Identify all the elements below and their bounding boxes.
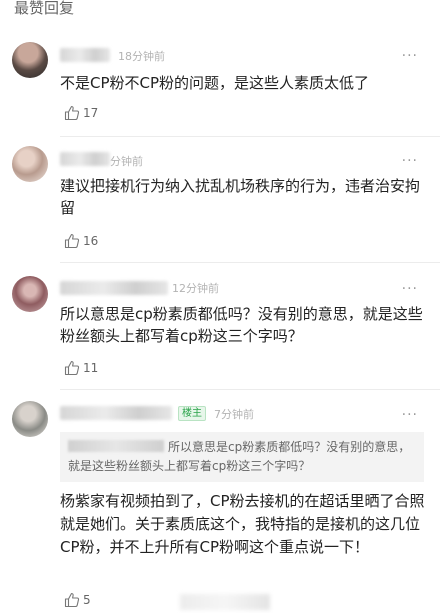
more-options-button[interactable]: ··· — [402, 282, 418, 296]
avatar[interactable] — [12, 276, 48, 312]
comment-text: 杨紫家有视频拍到了，CP粉去接机的在超话里晒了合照就是她们。关于素质底这个，我特… — [60, 492, 425, 556]
avatar[interactable] — [12, 401, 48, 437]
more-options-button[interactable]: ··· — [402, 49, 418, 63]
quoted-username — [68, 440, 164, 452]
comment-time: 12分钟前 — [172, 282, 219, 295]
like-button[interactable]: 17 — [64, 105, 98, 121]
comment-time: 7分钟前 — [214, 408, 254, 421]
thumbs-up-icon — [64, 233, 80, 249]
thumbs-up-icon — [64, 592, 80, 608]
like-button[interactable]: 16 — [64, 233, 98, 249]
more-dots-icon: ··· — [401, 48, 418, 64]
comment-text: 建议把接机行为纳入扰乱机场秩序的行为，违者治安拘留 — [60, 177, 421, 217]
avatar[interactable] — [12, 146, 48, 182]
watermark — [180, 594, 270, 610]
username[interactable] — [60, 48, 110, 62]
avatar[interactable] — [12, 42, 48, 78]
divider — [60, 136, 440, 137]
comment-time: 18分钟前 — [118, 50, 165, 63]
like-button[interactable]: 11 — [64, 360, 98, 376]
quoted-reply[interactable]: 所以意思是cp粉素质都低吗？没有别的意思，就是这些粉丝额头上都写着cp粉这三个字… — [60, 432, 424, 482]
comment-time: 分钟前 — [110, 155, 143, 168]
divider — [60, 262, 440, 263]
more-dots-icon: ··· — [401, 153, 418, 169]
section-title: 最赞回复 — [14, 0, 75, 17]
more-dots-icon: ··· — [401, 281, 418, 297]
username[interactable] — [60, 406, 172, 420]
username[interactable] — [60, 281, 168, 295]
thumbs-up-icon — [64, 105, 80, 121]
comment-text: 不是CP粉不CP粉的问题，是这些人素质太低了 — [60, 74, 370, 92]
more-options-button[interactable]: ··· — [402, 408, 418, 422]
like-count: 17 — [83, 106, 99, 120]
like-button[interactable]: 5 — [64, 592, 91, 608]
username[interactable] — [60, 152, 110, 166]
author-badge: 楼主 — [178, 406, 206, 421]
thumbs-up-icon — [64, 360, 80, 376]
comment-text: 所以意思是cp粉素质都低吗？没有别的意思，就是这些粉丝额头上都写着cp粉这三个字… — [60, 305, 423, 345]
more-dots-icon: ··· — [401, 407, 418, 423]
like-count: 11 — [83, 361, 99, 375]
like-count: 5 — [83, 593, 91, 607]
more-options-button[interactable]: ··· — [402, 154, 418, 168]
divider — [60, 389, 440, 390]
like-count: 16 — [83, 234, 99, 248]
